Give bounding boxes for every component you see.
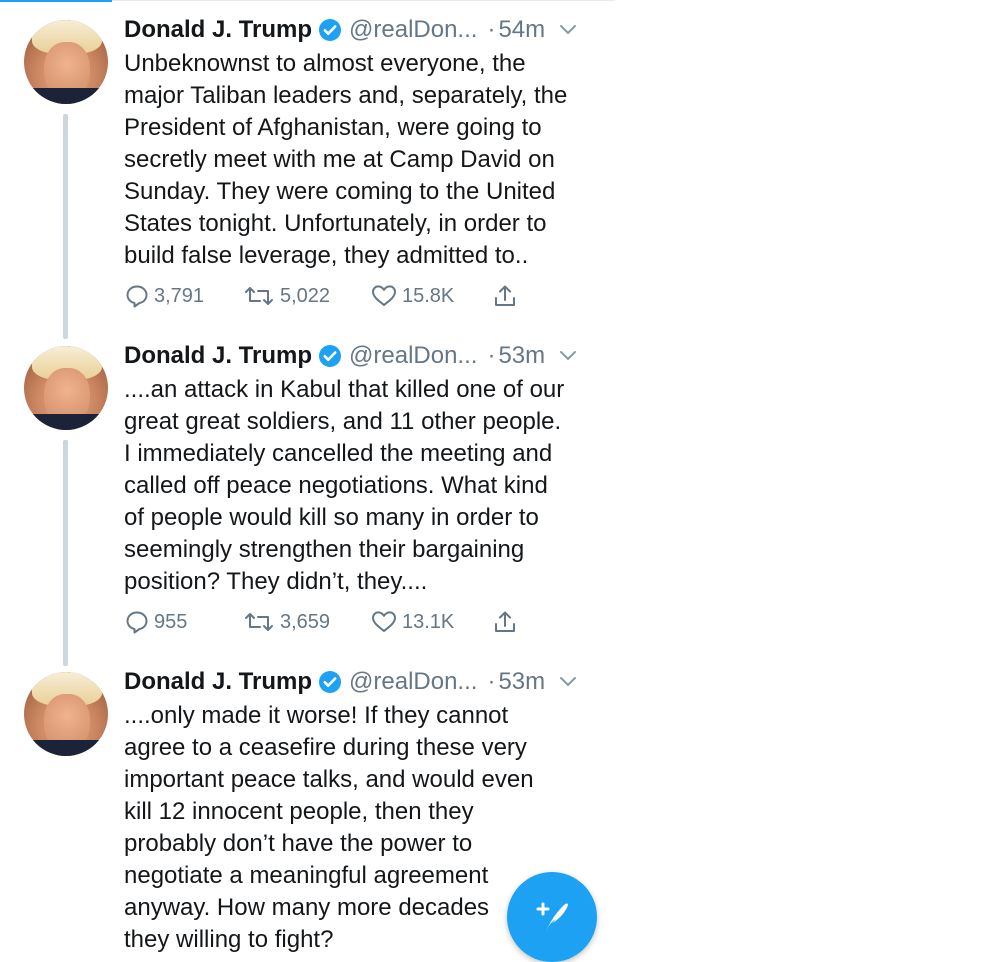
- author-handle[interactable]: @realDon...: [349, 340, 477, 372]
- timestamp[interactable]: 53m: [498, 666, 545, 698]
- share-button[interactable]: [492, 606, 518, 638]
- reply-icon: [124, 283, 150, 309]
- tweet-header: Donald J. Trump @realDon... · 53m: [124, 666, 577, 698]
- retweet-icon: [242, 283, 276, 309]
- tweet-text: Unbeknownst to almost everyone, the majo…: [124, 50, 568, 269]
- reply-icon: [124, 609, 150, 635]
- timestamp[interactable]: 54m: [498, 14, 545, 46]
- chevron-down-icon[interactable]: [559, 676, 577, 688]
- reply-count: 955: [154, 610, 188, 633]
- author-name[interactable]: Donald J. Trump: [124, 340, 312, 372]
- like-count: 13.1K: [402, 610, 455, 633]
- compose-tweet-button[interactable]: [507, 872, 597, 962]
- separator-dot: ·: [487, 16, 496, 43]
- thread-line: [63, 440, 68, 666]
- thread-line: [63, 114, 68, 339]
- retweet-button[interactable]: 5,022: [242, 280, 330, 312]
- retweet-button[interactable]: 3,659: [242, 606, 330, 638]
- retweet-count: 5,022: [280, 284, 331, 307]
- like-button[interactable]: 13.1K: [370, 606, 454, 638]
- share-icon: [492, 283, 518, 309]
- like-count: 15.8K: [402, 284, 455, 307]
- retweet-icon: [242, 609, 276, 635]
- author-name[interactable]: Donald J. Trump: [124, 666, 312, 698]
- author-name[interactable]: Donald J. Trump: [124, 14, 312, 46]
- heart-icon: [370, 283, 398, 309]
- avatar[interactable]: [24, 20, 108, 104]
- avatar[interactable]: [24, 346, 108, 430]
- verified-badge-icon: [318, 344, 342, 368]
- separator-dot: ·: [487, 342, 496, 369]
- chevron-down-icon[interactable]: [559, 24, 577, 36]
- tweet[interactable]: Donald J. Trump @realDon... · 54m Unbekn…: [0, 0, 615, 339]
- separator-dot: ·: [487, 668, 496, 695]
- tweet-text: ....an attack in Kabul that killed one o…: [124, 376, 565, 595]
- share-icon: [492, 609, 518, 635]
- timestamp[interactable]: 53m: [498, 340, 545, 372]
- heart-icon: [370, 609, 398, 635]
- author-handle[interactable]: @realDon...: [349, 666, 477, 698]
- compose-tweet-icon: [530, 893, 574, 942]
- author-handle[interactable]: @realDon...: [349, 14, 477, 46]
- verified-badge-icon: [318, 18, 342, 42]
- tweet[interactable]: Donald J. Trump @realDon... · 53m ....an…: [0, 326, 615, 666]
- verified-badge-icon: [318, 670, 342, 694]
- avatar[interactable]: [24, 672, 108, 756]
- reply-count: 3,791: [154, 284, 205, 307]
- tweet-header: Donald J. Trump @realDon... · 54m: [124, 14, 577, 46]
- reply-button[interactable]: 955: [124, 606, 187, 638]
- chevron-down-icon[interactable]: [559, 350, 577, 362]
- retweet-count: 3,659: [280, 610, 331, 633]
- reply-button[interactable]: 3,791: [124, 280, 204, 312]
- share-button[interactable]: [492, 280, 518, 312]
- like-button[interactable]: 15.8K: [370, 280, 454, 312]
- tweet-header: Donald J. Trump @realDon... · 53m: [124, 340, 577, 372]
